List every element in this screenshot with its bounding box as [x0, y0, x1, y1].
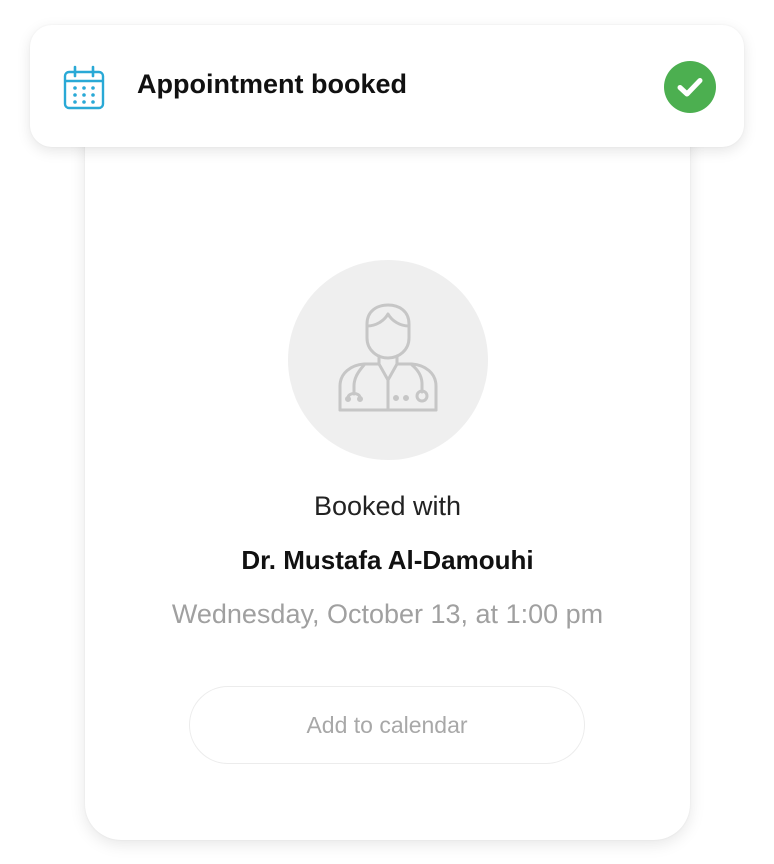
calendar-icon — [62, 65, 106, 111]
add-to-calendar-button[interactable]: Add to calendar — [189, 686, 585, 764]
booked-with-label: Booked with — [313, 491, 462, 521]
doctor-avatar — [288, 260, 488, 460]
check-circle-icon — [664, 61, 716, 113]
booking-notification: Appointment booked — [30, 25, 744, 147]
doctor-icon — [336, 302, 440, 419]
notification-title: Appointment booked — [137, 69, 407, 99]
appointment-date-time: Wednesday, October 13, at 1:00 pm — [171, 599, 604, 629]
doctor-name: Dr. Mustafa Al-Damouhi — [241, 545, 534, 575]
appointment-confirmation-screen: Appointment booked Booked with Dr. Musta… — [0, 0, 774, 864]
